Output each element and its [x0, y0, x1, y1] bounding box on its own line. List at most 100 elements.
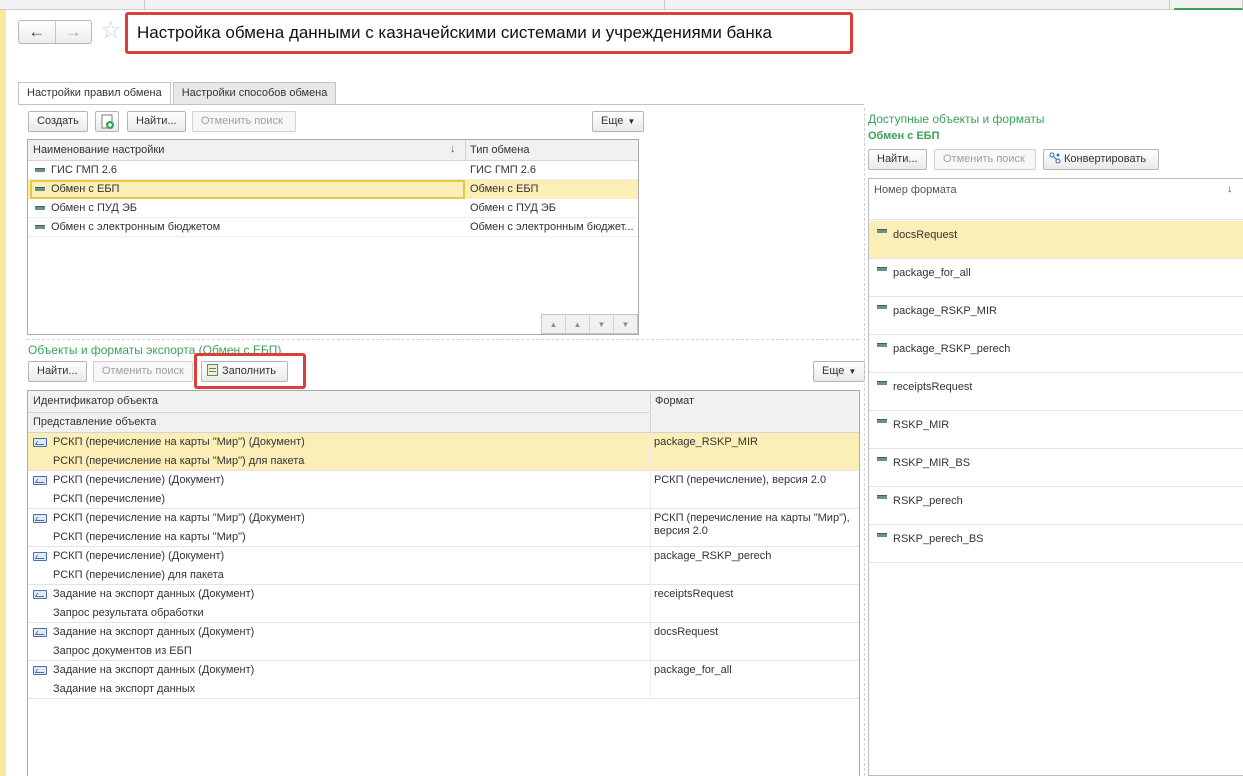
catalog-item-icon — [35, 168, 45, 173]
top-tab-active[interactable] — [1174, 0, 1243, 10]
column-divider — [650, 391, 651, 433]
create-copy-button[interactable] — [95, 111, 119, 132]
table-row[interactable]: Обмен с электронным бюджетом Обмен с эле… — [28, 218, 638, 237]
object-representation: РСКП (перечисление) для пакета — [53, 569, 224, 581]
table-row[interactable]: Задание на экспорт данных (Документ) Запр… — [28, 623, 859, 661]
formats-list[interactable]: Номер формата ↓ docsRequest package_for_a… — [868, 178, 1243, 776]
column-header-object-id[interactable]: Идентификатор объекта — [33, 395, 158, 407]
row-name: Обмен с ПУД ЭБ — [51, 202, 138, 214]
scroll-bottom-icon[interactable]: ▼ — [613, 315, 637, 333]
list-item[interactable]: RSKP_MIR_BS — [869, 449, 1243, 487]
list-item[interactable]: package_for_all — [869, 259, 1243, 297]
rules-table[interactable]: Наименование настройки ↓ Тип обмена ГИС … — [27, 139, 639, 335]
row-type: Обмен с ЕБП — [470, 183, 539, 195]
column-divider — [650, 471, 651, 509]
object-format: версия 2.0 — [654, 525, 708, 537]
forward-button[interactable]: → — [54, 21, 92, 43]
object-representation: Задание на экспорт данных — [53, 683, 196, 695]
table-row[interactable]: ГИС ГМП 2.6 ГИС ГМП 2.6 — [28, 161, 638, 180]
list-item[interactable]: RSKP_perech — [869, 487, 1243, 525]
column-divider — [650, 623, 651, 661]
tab-exchange-methods[interactable]: Настройки способов обмена — [172, 82, 337, 104]
column-header-object-repr[interactable]: Представление объекта — [33, 416, 156, 428]
convert-label: Конвертировать — [1064, 153, 1147, 165]
object-id: РСКП (перечисление на карты "Мир") (Доку… — [53, 512, 305, 524]
add-document-icon — [101, 114, 114, 129]
favorite-star-icon[interactable]: ☆ — [100, 17, 122, 45]
object-representation: Запрос документов из ЕБП — [53, 645, 192, 657]
document-object-icon — [33, 476, 47, 485]
object-id: РСКП (перечисление) (Документ) — [53, 550, 225, 562]
catalog-item-icon — [877, 267, 887, 271]
rules-find-button[interactable]: Найти... — [127, 111, 186, 132]
document-object-icon — [33, 552, 47, 561]
available-find-button[interactable]: Найти... — [868, 149, 927, 170]
top-tab[interactable] — [145, 0, 665, 10]
table-row-selected[interactable]: РСКП (перечисление на карты "Мир") (Доку… — [28, 433, 859, 471]
export-cancel-search-button[interactable]: Отменить поиск — [93, 361, 193, 382]
sort-down-icon: ↓ — [450, 143, 456, 155]
row-name: Обмен с ЕБП — [51, 183, 120, 195]
column-header-type[interactable]: Тип обмена — [470, 144, 635, 156]
column-header-name[interactable]: Наименование настройки — [33, 144, 453, 156]
page-title: Настройка обмена данными с казначейскими… — [125, 12, 853, 54]
document-object-icon — [33, 590, 47, 599]
column-divider — [465, 140, 466, 161]
more-label: Еще — [822, 365, 845, 377]
export-find-button[interactable]: Найти... — [28, 361, 87, 382]
table-row[interactable]: РСКП (перечисление на карты "Мир") (Доку… — [28, 509, 859, 547]
object-format: package_RSKP_MIR — [654, 436, 758, 448]
header-subdivider — [28, 412, 650, 413]
catalog-item-icon — [877, 533, 887, 537]
export-more-button[interactable]: Еще ▼ — [813, 361, 866, 382]
object-representation: РСКП (перечисление на карты "Мир") — [53, 531, 246, 543]
object-format: receiptsRequest — [654, 588, 734, 600]
create-button[interactable]: Создать — [28, 111, 88, 132]
object-id: Задание на экспорт данных (Документ) — [53, 626, 255, 638]
format-label: RSKP_perech_BS — [893, 533, 984, 545]
list-item[interactable]: package_RSKP_perech — [869, 335, 1243, 373]
object-format: РСКП (перечисление на карты "Мир"), — [654, 512, 850, 524]
dropdown-caret-icon: ▼ — [627, 117, 636, 126]
back-arrow-icon: ← — [28, 22, 46, 41]
format-label: package_RSKP_perech — [893, 343, 1011, 355]
catalog-item-icon — [35, 225, 45, 230]
scroll-down-icon[interactable]: ▼ — [589, 315, 613, 333]
rules-more-button[interactable]: Еще ▼ — [592, 111, 645, 132]
list-item-selected[interactable]: docsRequest — [869, 221, 1243, 259]
document-object-icon — [33, 628, 47, 637]
format-label: RSKP_MIR — [893, 419, 950, 431]
column-header-format[interactable]: Формат — [655, 395, 694, 407]
list-item[interactable]: package_RSKP_MIR — [869, 297, 1243, 335]
column-divider — [650, 509, 651, 547]
table-row[interactable]: РСКП (перечисление) (Документ) РСКП (пере… — [28, 547, 859, 585]
export-table[interactable]: Идентификатор объекта Представление объе… — [27, 390, 860, 776]
table-row-selected[interactable]: Обмен с ЕБП Обмен с ЕБП — [28, 180, 638, 199]
available-subtitle: Обмен с ЕБП — [868, 130, 940, 142]
list-item[interactable]: RSKP_perech_BS — [869, 525, 1243, 563]
top-tab[interactable] — [0, 0, 145, 10]
top-tab[interactable] — [665, 0, 1170, 10]
format-label: RSKP_MIR_BS — [893, 457, 971, 469]
scroll-top-icon[interactable]: ▲ — [542, 315, 565, 333]
form-tabs: Настройки правил обмена Настройки способ… — [18, 82, 338, 105]
table-row[interactable]: РСКП (перечисление) (Документ) РСКП (пере… — [28, 471, 859, 509]
table-row[interactable]: Обмен с ПУД ЭБ Обмен с ПУД ЭБ — [28, 199, 638, 218]
list-item[interactable]: RSKP_MIR — [869, 411, 1243, 449]
rules-cancel-search-button[interactable]: Отменить поиск — [192, 111, 296, 132]
formats-list-header: Номер формата ↓ — [869, 179, 1243, 203]
object-representation: РСКП (перечисление на карты "Мир") для п… — [53, 455, 305, 467]
panel-divider — [864, 108, 865, 776]
top-tab-strip — [0, 0, 1243, 10]
scroll-up-icon[interactable]: ▲ — [565, 315, 589, 333]
back-button[interactable]: ← — [19, 21, 55, 43]
format-label: RSKP_perech — [893, 495, 963, 507]
list-item[interactable]: receiptsRequest — [869, 373, 1243, 411]
catalog-item-icon — [35, 206, 45, 211]
convert-button[interactable]: Конвертировать — [1043, 149, 1159, 170]
table-row[interactable]: Задание на экспорт данных (Документ) Зада… — [28, 661, 859, 699]
table-row[interactable]: Задание на экспорт данных (Документ) Запр… — [28, 585, 859, 623]
tab-exchange-rules[interactable]: Настройки правил обмена — [18, 82, 171, 105]
column-header-format-number[interactable]: Номер формата — [874, 184, 957, 196]
available-cancel-search-button[interactable]: Отменить поиск — [934, 149, 1036, 170]
